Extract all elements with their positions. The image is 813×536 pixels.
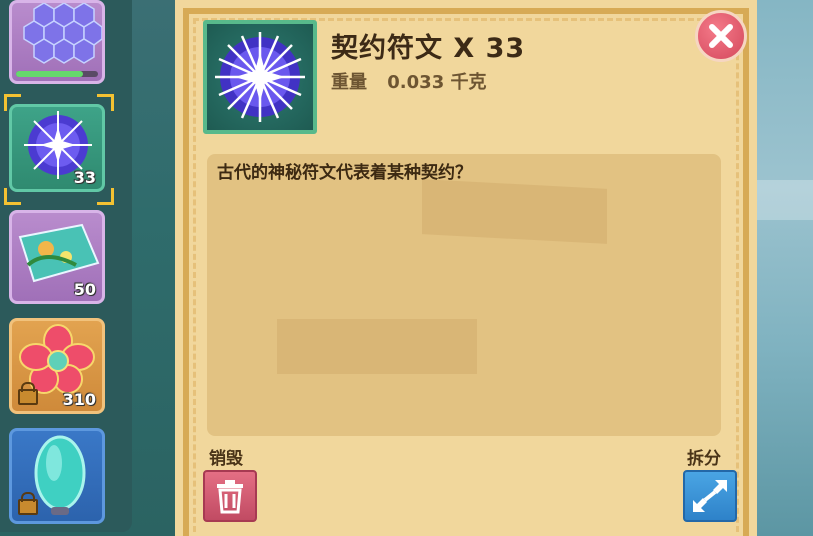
close-icon bbox=[709, 24, 733, 48]
slot-count: 310 bbox=[62, 390, 96, 409]
inventory-slot-hex-crystal[interactable] bbox=[9, 0, 105, 84]
expand-arrows-icon bbox=[693, 480, 727, 512]
slot-count: 50 bbox=[73, 280, 96, 299]
selection-corner bbox=[4, 188, 21, 205]
close-button[interactable] bbox=[695, 10, 747, 62]
weight-value: 0.033 千克 bbox=[387, 72, 487, 93]
selection-corner bbox=[97, 188, 114, 205]
selection-corner bbox=[4, 94, 21, 111]
lock-icon bbox=[18, 382, 38, 405]
hex-crystal-icon bbox=[23, 3, 102, 64]
item-thumbnail bbox=[203, 20, 317, 134]
destroy-button[interactable] bbox=[203, 470, 257, 522]
description-box: 古代的神秘符文代表着某种契约？ bbox=[207, 154, 721, 436]
split-label: 拆分 bbox=[687, 449, 721, 469]
decorative-shape bbox=[277, 319, 477, 374]
item-title: 契约符文 X 33 bbox=[331, 33, 526, 64]
inventory-sidebar: 33 50 310 bbox=[0, 0, 132, 532]
split-button[interactable] bbox=[683, 470, 737, 522]
background-scenery bbox=[752, 0, 813, 536]
inventory-slot-flower[interactable]: 310 bbox=[9, 318, 105, 414]
destroy-label: 销毁 bbox=[209, 449, 243, 469]
inventory-slot-nature-card[interactable]: 50 bbox=[9, 210, 105, 304]
item-detail-panel: 契约符文 X 33 重量 0.033 千克 古代的神秘符文代表着某种契约？ 销毁… bbox=[175, 0, 757, 536]
nature-card-icon bbox=[18, 223, 100, 283]
inventory-slot-rune[interactable]: 33 bbox=[9, 104, 105, 192]
slot-progress-fill bbox=[16, 71, 84, 77]
item-weight: 重量 0.033 千克 bbox=[331, 68, 500, 94]
slot-count: 33 bbox=[73, 168, 96, 187]
inventory-slot-mirror[interactable] bbox=[9, 428, 105, 524]
decorative-shape bbox=[422, 179, 607, 244]
slot-progress-bar bbox=[16, 71, 98, 77]
weight-label: 重量 bbox=[331, 72, 367, 93]
trash-icon bbox=[217, 480, 243, 514]
selection-corner bbox=[97, 94, 114, 111]
rune-star-icon bbox=[215, 32, 305, 122]
lock-icon bbox=[18, 492, 38, 515]
item-description: 古代的神秘符文代表着某种契约？ bbox=[217, 163, 472, 183]
